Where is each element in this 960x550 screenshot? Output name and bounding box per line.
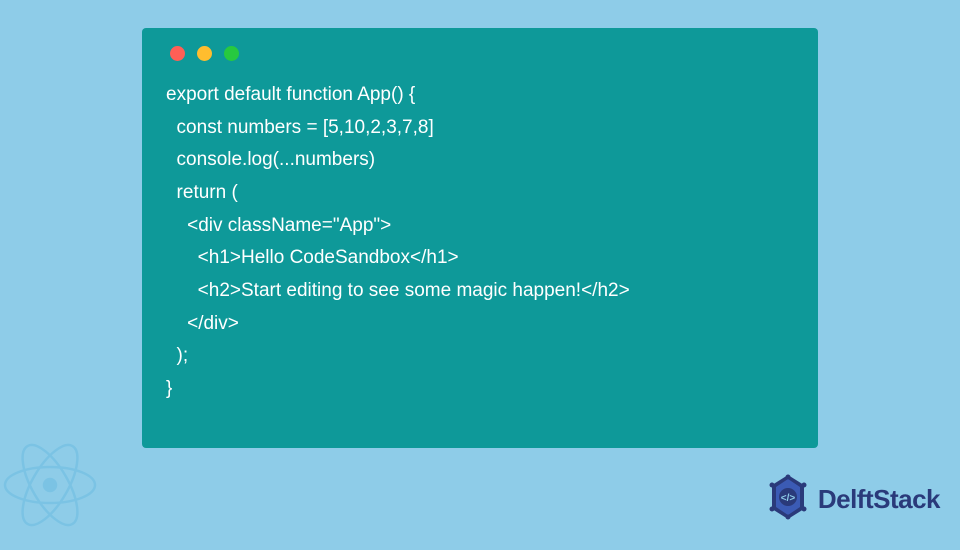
brand-name: DelftStack xyxy=(818,484,940,515)
svg-text:</>: </> xyxy=(781,493,796,504)
brand-watermark: </> DelftStack xyxy=(764,473,940,526)
maximize-icon xyxy=(224,46,239,61)
code-content: export default function App() { const nu… xyxy=(166,79,794,406)
code-window: export default function App() { const nu… xyxy=(142,28,818,448)
minimize-icon xyxy=(197,46,212,61)
background-decoration xyxy=(0,425,140,550)
brand-logo-icon: </> xyxy=(764,473,812,526)
close-icon xyxy=(170,46,185,61)
window-controls xyxy=(166,46,794,61)
